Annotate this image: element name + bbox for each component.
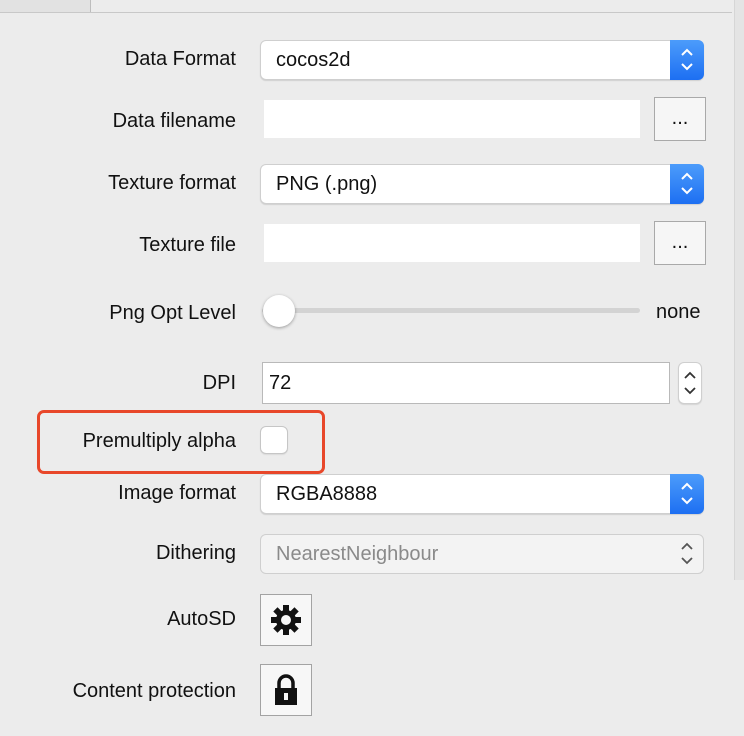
chevron-updown-icon — [670, 40, 704, 80]
gear-icon — [271, 605, 301, 635]
dpi-stepper[interactable] — [678, 362, 702, 404]
premultiply-alpha-checkbox[interactable] — [260, 426, 288, 454]
image-format-select[interactable]: RGBA8888 — [260, 474, 704, 514]
texture-format-label: Texture format — [108, 172, 236, 194]
dpi-value: 72 — [269, 372, 292, 394]
texture-format-value: PNG (.png) — [276, 173, 378, 195]
dithering-label: Dithering — [155, 542, 236, 564]
premultiply-alpha-label: Premultiply alpha — [82, 430, 236, 452]
chevron-up-icon[interactable] — [684, 371, 696, 380]
panel-divider — [0, 12, 732, 13]
texture-format-select[interactable]: PNG (.png) — [260, 164, 704, 204]
dithering-value: NearestNeighbour — [276, 543, 439, 565]
data-format-value: cocos2d — [276, 49, 351, 71]
autosd-button[interactable] — [260, 594, 312, 646]
texture-file-input[interactable] — [264, 224, 640, 262]
data-format-select[interactable]: cocos2d — [260, 40, 704, 80]
dithering-select[interactable]: NearestNeighbour — [260, 534, 704, 574]
autosd-label: AutoSD — [167, 608, 236, 630]
content-protection-button[interactable] — [260, 664, 312, 716]
image-format-value: RGBA8888 — [276, 483, 378, 505]
data-filename-input[interactable] — [264, 100, 640, 138]
chevron-down-icon[interactable] — [684, 386, 696, 395]
content-protection-label: Content protection — [72, 680, 236, 702]
data-filename-browse-button[interactable]: ... — [654, 97, 706, 141]
scrollbar[interactable] — [734, 0, 744, 580]
chevron-updown-icon — [670, 474, 704, 514]
png-opt-level-label: Png Opt Level — [109, 302, 236, 324]
chevron-updown-icon — [670, 164, 704, 204]
png-opt-level-slider[interactable] — [262, 308, 640, 313]
dpi-label: DPI — [202, 372, 236, 394]
image-format-label: Image format — [118, 482, 236, 504]
texture-file-label: Texture file — [139, 234, 236, 256]
lock-icon — [275, 674, 297, 705]
dpi-input[interactable]: 72 — [262, 362, 670, 404]
data-format-label: Data Format — [124, 48, 236, 70]
png-opt-level-value: none — [656, 301, 701, 323]
data-filename-label: Data filename — [112, 110, 236, 132]
texture-file-browse-button[interactable]: ... — [654, 221, 706, 265]
publish-settings-panel: Data Format cocos2d Data filename ... Te… — [0, 0, 744, 736]
chevron-updown-icon — [670, 534, 704, 574]
panel-tab[interactable] — [0, 0, 91, 12]
png-opt-level-slider-knob[interactable] — [263, 295, 295, 327]
